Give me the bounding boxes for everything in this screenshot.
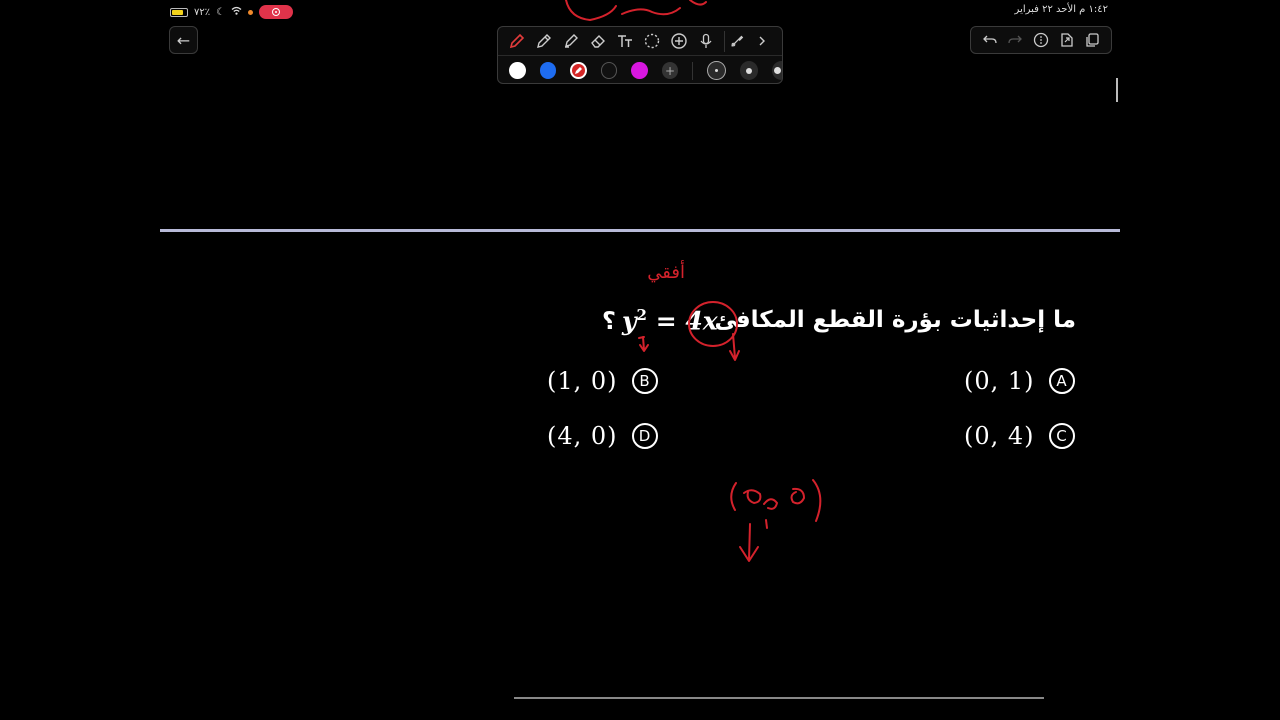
ink-annotations: أفقي [565, 0, 822, 562]
color-swatch-red[interactable] [570, 62, 587, 79]
drawing-toolbar: + [497, 26, 783, 84]
pen-small-icon [574, 67, 582, 74]
back-button[interactable]: ← [169, 26, 198, 54]
copy-icon[interactable] [1082, 30, 1102, 50]
stroke-size-small[interactable] [707, 61, 726, 80]
question-equation: y2 = 4x [622, 306, 718, 335]
add-icon[interactable] [668, 31, 689, 52]
pencil-icon[interactable] [533, 31, 554, 52]
option-letter: D [631, 423, 658, 449]
option-letter: B [631, 368, 658, 394]
record-icon [272, 8, 281, 16]
screen-recording-button[interactable] [259, 5, 294, 19]
status-bar-left: ٧٢٪ ☾ [170, 4, 294, 20]
eraser-icon[interactable] [587, 31, 608, 52]
status-datetime: ١:٤٢ م الأحد ٢٢ فبراير [1014, 4, 1108, 15]
highlighter-icon[interactable] [560, 31, 581, 52]
text-icon[interactable] [614, 31, 635, 52]
color-swatch-magenta[interactable] [631, 62, 648, 79]
equation-rhs: = 4x [655, 306, 718, 336]
moon-icon: ☾ [216, 6, 226, 18]
stroke-size-medium[interactable] [739, 61, 759, 80]
battery-icon [170, 7, 188, 17]
option-letter: C [1048, 423, 1075, 449]
chevron-right-icon[interactable] [751, 31, 772, 52]
arrow-left-icon: ← [176, 30, 191, 50]
wifi-icon [231, 6, 242, 18]
option-value: (0, 4) [964, 422, 1035, 450]
option-c[interactable]: (0, 4) C [964, 422, 1075, 450]
divider [692, 61, 694, 80]
option-letter: A [1048, 368, 1075, 394]
more-icon[interactable] [1031, 30, 1051, 50]
mic-indicator-icon [248, 9, 254, 15]
option-b[interactable]: (1, 0) B [547, 367, 658, 395]
stroke-size-large[interactable] [772, 61, 783, 80]
color-swatch-blue[interactable] [539, 62, 557, 79]
option-d[interactable]: (4, 0) D [547, 422, 658, 450]
microphone-icon[interactable] [695, 31, 716, 52]
question-mark: ؟ [602, 307, 616, 335]
laser-pointer-icon[interactable] [724, 30, 745, 52]
color-swatch-black[interactable] [600, 62, 618, 79]
redo-icon[interactable] [1005, 30, 1025, 50]
pen-icon[interactable] [506, 31, 527, 52]
equation-power: 2 [636, 306, 647, 324]
ink-label-horizontal: أفقي [647, 260, 685, 283]
tool-row [498, 27, 782, 56]
battery-percentage: ٧٢٪ [194, 6, 211, 18]
export-icon[interactable] [1057, 30, 1077, 50]
option-a[interactable]: (0, 1) A [964, 367, 1075, 395]
lasso-icon[interactable] [641, 31, 662, 52]
undo-icon[interactable] [980, 30, 1000, 50]
color-swatch-white[interactable] [509, 62, 526, 79]
add-color-button[interactable]: + [661, 62, 679, 79]
option-value: (1, 0) [547, 367, 618, 395]
page-top-border [160, 229, 1120, 232]
document-actions-bar [970, 26, 1112, 54]
scroll-indicator[interactable] [1116, 78, 1118, 102]
equation-lhs: y [622, 306, 637, 336]
page-bottom-border [514, 697, 1044, 699]
option-value: (4, 0) [547, 422, 618, 450]
question-text: ما إحداثيات بؤرة القطع المكافئ [714, 307, 1076, 333]
color-row: + [498, 56, 783, 85]
option-value: (0, 1) [964, 367, 1035, 395]
